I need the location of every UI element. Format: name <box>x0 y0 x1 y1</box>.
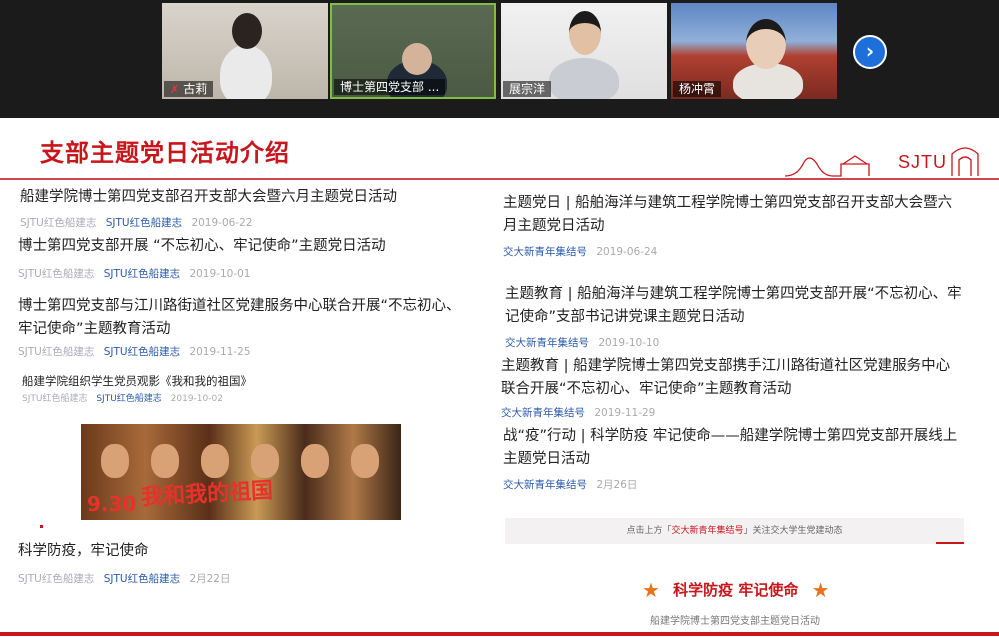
person-figure <box>220 45 272 99</box>
article-right-1[interactable]: 主题党日 | 船舶海洋与建筑工程学院博士第四党支部召开支部大会暨六月主题党日活动… <box>503 192 965 259</box>
slide-title: 支部主题党日活动介绍 <box>40 139 290 167</box>
article-left-5[interactable]: 科学防疫，牢记使命 SJTU红色船建志 SJTU红色船建志 2月22日 <box>18 540 458 586</box>
article-right-3[interactable]: 主题教育 | 船建学院博士第四党支部携手江川路街道社区党建服务中心 联合开展“不… <box>501 355 967 420</box>
banner-text: 点击上方「 <box>626 526 672 536</box>
article-left-2[interactable]: 博士第四党支部开展 “不忘初心、牢记使命”主题党日活动 SJTU红色船建志 SJ… <box>18 235 458 281</box>
article-meta: 交大新青年集结号 2月26日 <box>503 477 965 492</box>
article-left-4[interactable]: 船建学院组织学生党员观影《我和我的祖国》 SJTU红色船建志 SJTU红色船建志… <box>22 372 462 404</box>
person-head <box>402 43 432 75</box>
article-title: 主题教育 | 船舶海洋与建筑工程学院博士第四党支部开展“不忘初心、牢记使命”支部… <box>505 286 962 325</box>
article-title: 博士第四党支部与江川路街道社区党建服务中心联合开展“不忘初心、牢记使命”主题教育… <box>18 298 461 337</box>
banner-text: 」关注交大学生党建动态 <box>743 526 843 536</box>
poster-title: 我和我的祖国 <box>140 477 274 511</box>
article-title: 科学防疫，牢记使命 <box>18 543 149 559</box>
star-icon: ★ <box>642 578 660 602</box>
poster-face <box>151 444 179 478</box>
muted-mic-icon: ✗ <box>170 83 180 96</box>
article-date: 2月22日 <box>189 573 231 585</box>
article-meta: 交大新青年集结号 2019-11-29 <box>501 405 967 420</box>
decorative-dot <box>40 525 43 528</box>
article-meta: SJTU红色船建志 SJTU红色船建志 2019-06-22 <box>20 215 460 230</box>
article-source: SJTU红色船建志 <box>18 573 95 585</box>
participant-tile-3[interactable]: 展宗洋 <box>501 3 667 99</box>
person-head <box>232 13 262 49</box>
article-date: 2019-06-24 <box>596 246 658 258</box>
article-right-4[interactable]: 战“疫”行动 | 科学防疫 牢记使命——船建学院博士第四党支部开展线上主题党日活… <box>503 425 965 492</box>
movie-poster-image: 我和我的祖国 9.30 <box>81 424 401 520</box>
person-head <box>746 19 786 69</box>
article-date: 2019-10-10 <box>598 337 660 349</box>
poster-face <box>201 444 229 478</box>
article-title: 主题党日 | 船舶海洋与建筑工程学院博士第四党支部召开支部大会暨六月主题党日活动 <box>503 195 953 234</box>
article-right-2[interactable]: 主题教育 | 船舶海洋与建筑工程学院博士第四党支部开展“不忘初心、牢记使命”支部… <box>505 283 965 350</box>
gate-icon <box>951 147 979 176</box>
next-participants-button[interactable]: › <box>853 35 887 69</box>
article-source: SJTU红色船建志 <box>20 217 97 229</box>
article-source-link[interactable]: 交大新青年集结号 <box>505 337 589 349</box>
article-left-1[interactable]: 船建学院博士第四党支部召开支部大会暨六月主题党日活动 SJTU红色船建志 SJT… <box>20 186 460 230</box>
article-source-link[interactable]: SJTU红色船建志 <box>104 346 180 358</box>
article-source-link[interactable]: SJTU红色船建志 <box>96 394 161 404</box>
banner-accent-line <box>936 542 964 544</box>
article-date: 2019-10-01 <box>189 268 251 280</box>
participant-name: 展宗洋 <box>503 81 552 97</box>
article-source-link[interactable]: SJTU红色船建志 <box>106 217 182 229</box>
footer-title: ★ 科学防疫 牢记使命 ★ <box>642 578 830 602</box>
article-meta: 交大新青年集结号 2019-10-10 <box>505 335 965 350</box>
footer-title-text: 科学防疫 牢记使命 <box>673 581 799 599</box>
poster-face <box>301 444 329 478</box>
article-meta: SJTU红色船建志 SJTU红色船建志 2019-10-02 <box>22 391 462 404</box>
article-title: 博士第四党支部开展 “不忘初心、牢记使命”主题党日活动 <box>18 238 386 254</box>
follow-banner[interactable]: 点击上方「交大新青年集结号」关注交大学生党建动态 <box>505 518 964 544</box>
article-date: 2019-11-29 <box>594 407 656 419</box>
person-figure <box>549 58 619 99</box>
participant-name: ✗ 古莉 <box>164 81 214 97</box>
article-title: 主题教育 | 船建学院博士第四党支部携手江川路街道社区党建服务中心 联合开展“不… <box>501 358 951 397</box>
article-title: 战“疫”行动 | 科学防疫 牢记使命——船建学院博士第四党支部开展线上主题党日活… <box>503 428 958 467</box>
article-source: SJTU红色船建志 <box>22 394 88 404</box>
meeting-window: { "participants": [ {"name": "古莉", "mute… <box>0 0 999 638</box>
article-date: 2019-11-25 <box>189 346 251 358</box>
footer-subtitle: 船建学院博士第四党支部主题党日活动 <box>650 616 820 627</box>
article-meta: SJTU红色船建志 SJTU红色船建志 2019-10-01 <box>18 266 458 281</box>
video-participants-bar: ✗ 古莉 博士第四党支部 ... 展宗洋 杨冲霄 › <box>0 0 999 118</box>
poster-face <box>101 444 129 478</box>
participant-tile-4[interactable]: 杨冲霄 <box>671 3 837 99</box>
article-title: 船建学院博士第四党支部召开支部大会暨六月主题党日活动 <box>20 189 397 205</box>
article-source-link[interactable]: 交大新青年集结号 <box>501 407 585 419</box>
title-divider <box>0 178 999 180</box>
article-source: SJTU红色船建志 <box>18 268 95 280</box>
article-date: 2019-10-02 <box>170 394 223 404</box>
chevron-right-icon: › <box>865 39 875 63</box>
person-head <box>569 11 601 55</box>
article-date: 2月26日 <box>596 479 638 491</box>
article-date: 2019-06-22 <box>191 217 253 229</box>
poster-date: 9.30 <box>87 492 137 516</box>
banner-account-link[interactable]: 交大新青年集结号 <box>671 526 743 536</box>
sjtu-logo-icon <box>785 155 870 177</box>
article-title: 船建学院组织学生党员观影《我和我的祖国》 <box>22 374 252 388</box>
article-left-3[interactable]: 博士第四党支部与江川路街道社区党建服务中心联合开展“不忘初心、牢记使命”主题教育… <box>18 295 466 359</box>
participant-tile-2[interactable]: 博士第四党支部 ... <box>330 3 496 99</box>
poster-face <box>351 444 379 478</box>
article-source: SJTU红色船建志 <box>18 346 95 358</box>
participant-name: 博士第四党支部 ... <box>334 79 446 95</box>
star-icon: ★ <box>811 578 830 602</box>
article-source-link[interactable]: 交大新青年集结号 <box>503 479 587 491</box>
article-source-link[interactable]: SJTU红色船建志 <box>104 573 180 585</box>
article-meta: 交大新青年集结号 2019-06-24 <box>503 244 965 259</box>
article-source-link[interactable]: 交大新青年集结号 <box>503 246 587 258</box>
article-source-link[interactable]: SJTU红色船建志 <box>104 268 180 280</box>
article-meta: SJTU红色船建志 SJTU红色船建志 2月22日 <box>18 571 458 586</box>
participant-name: 杨冲霄 <box>673 81 722 97</box>
bottom-divider <box>0 632 999 636</box>
article-meta: SJTU红色船建志 SJTU红色船建志 2019-11-25 <box>18 344 466 359</box>
logo-text: SJTU <box>898 152 947 172</box>
participant-tile-1[interactable]: ✗ 古莉 <box>162 3 328 99</box>
